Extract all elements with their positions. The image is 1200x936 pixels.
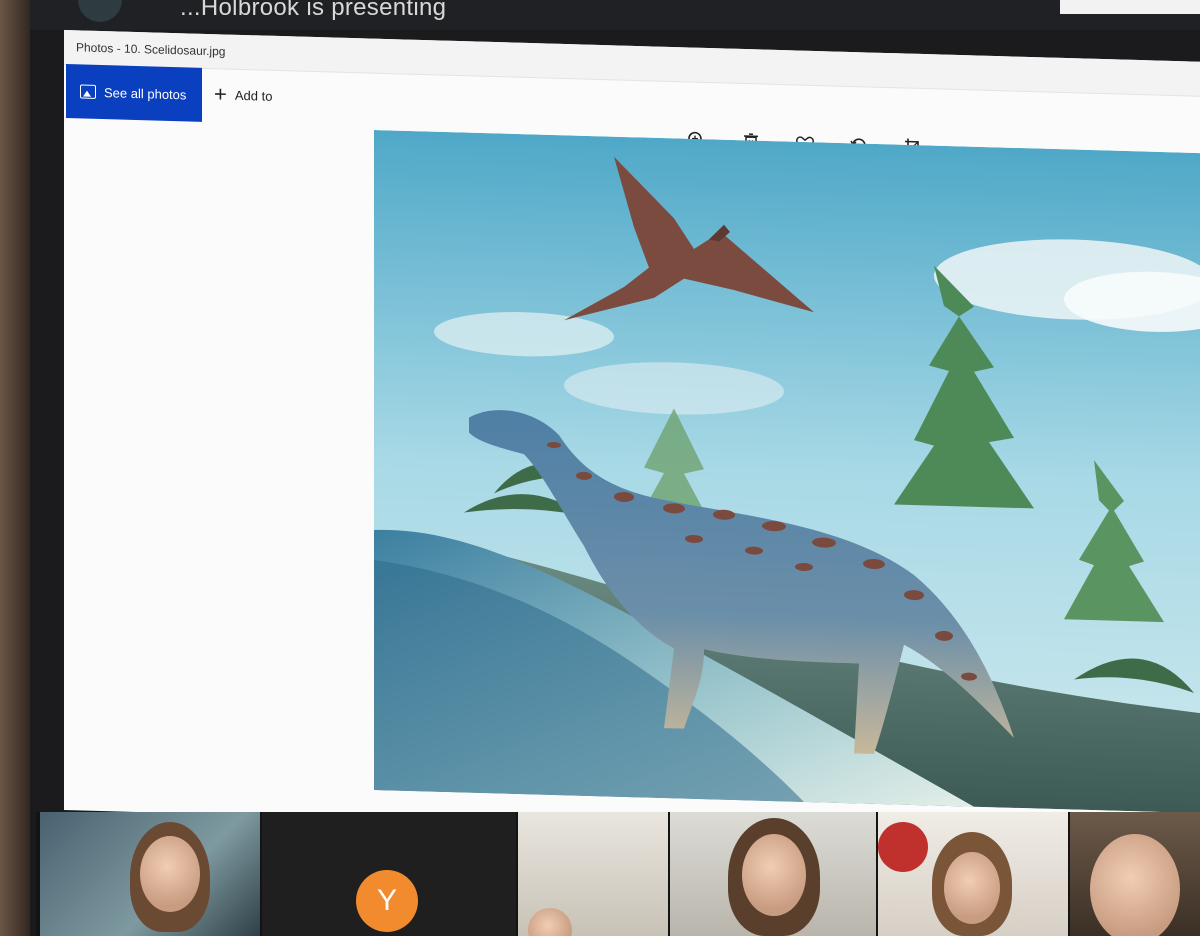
participant-tile[interactable]: Y (262, 812, 516, 936)
see-all-photos-button[interactable]: See all photos (66, 64, 202, 122)
add-to-label: Add to (234, 87, 273, 104)
presenter-avatar (78, 0, 122, 22)
participant-tile[interactable] (518, 812, 668, 936)
participant-tile[interactable] (40, 812, 260, 936)
desk-edge (0, 0, 34, 936)
presenter-banner: ...Holbrook is presenting (30, 0, 1200, 30)
window-title: Photos - 10. Scelidosaur.jpg (76, 40, 226, 59)
see-all-photos-label: See all photos (104, 84, 187, 102)
photos-gallery-icon (80, 84, 96, 99)
participant-tile[interactable] (878, 812, 1068, 936)
participant-avatar: Y (356, 870, 418, 932)
add-to-button[interactable]: + Add to (214, 81, 273, 107)
participant-strip: Y (36, 812, 1200, 936)
participant-tile[interactable] (670, 812, 876, 936)
top-right-panel (1060, 0, 1200, 14)
scelidosaur-illustration (374, 130, 1200, 814)
main-photo[interactable] (374, 130, 1200, 823)
plus-icon: + (214, 81, 227, 107)
presenter-status-text: ...Holbrook is presenting (180, 0, 447, 21)
participant-tile[interactable] (1070, 812, 1200, 936)
